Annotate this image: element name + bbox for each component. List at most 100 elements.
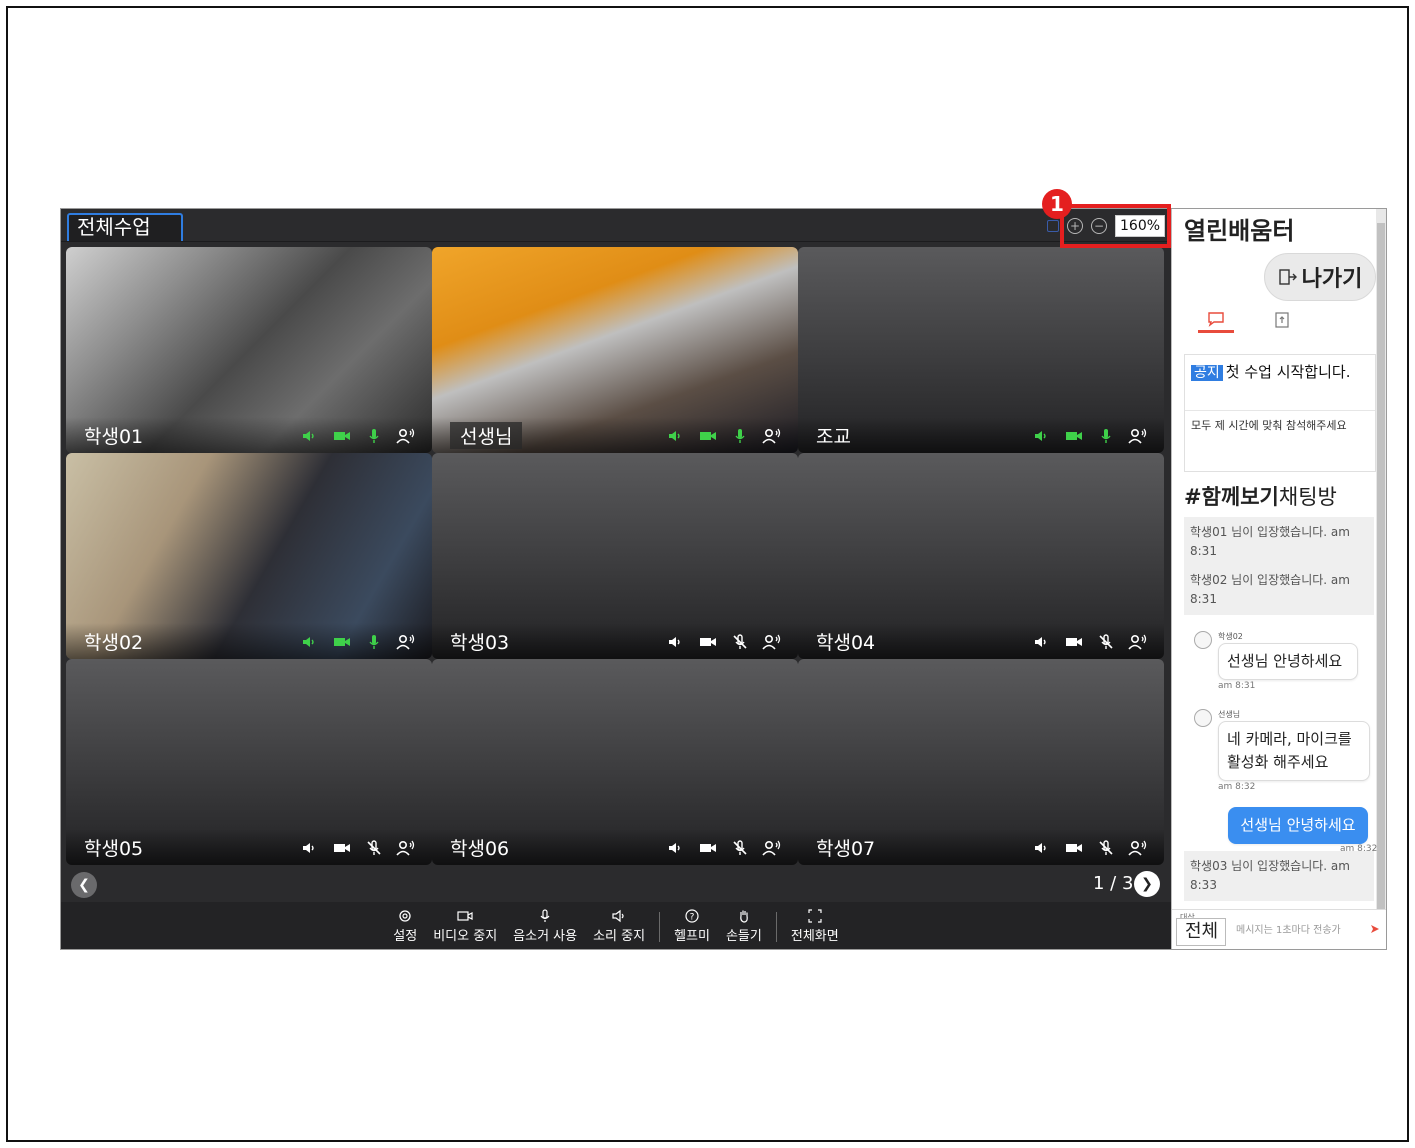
tile-controls xyxy=(666,427,782,445)
speaker-icon[interactable] xyxy=(300,633,320,651)
participant-name: 학생02 xyxy=(84,632,144,654)
camera-icon[interactable] xyxy=(332,427,352,445)
microphone-muted-icon[interactable] xyxy=(730,633,750,651)
tile-controls xyxy=(300,633,416,651)
video-tile[interactable]: 학생02 xyxy=(66,453,432,659)
notice-body: 모두 제 시간에 맞춰 참석해주세요 xyxy=(1191,419,1347,432)
top-bar: 전체수업 + − 160% xyxy=(61,209,1171,242)
tile-controls xyxy=(666,839,782,857)
participant-icon[interactable] xyxy=(1128,839,1148,857)
scrollbar-thumb[interactable] xyxy=(1377,223,1385,913)
camera-icon[interactable] xyxy=(332,633,352,651)
participant-icon[interactable] xyxy=(1128,427,1148,445)
chat-room-title: #함께보기채팅방 xyxy=(1184,481,1337,511)
zoom-level-display: 160% xyxy=(1115,215,1166,237)
gear-icon xyxy=(399,910,411,922)
notice-title: 첫 수업 시작합니다. xyxy=(1225,363,1351,381)
target-select[interactable]: 전체 xyxy=(1176,918,1226,946)
microphone-muted-icon[interactable] xyxy=(730,839,750,857)
video-tile[interactable]: 학생01 xyxy=(66,247,432,453)
chat-timestamp: am 8:31 xyxy=(1218,681,1256,691)
participant-icon[interactable] xyxy=(762,633,782,651)
help-me-label: 헬프미 xyxy=(674,929,710,944)
participant-icon[interactable] xyxy=(762,427,782,445)
microphone-icon[interactable] xyxy=(730,427,750,445)
question-icon: ? xyxy=(685,909,699,923)
video-stop-button[interactable]: 비디오 중지 xyxy=(425,909,505,944)
system-message: 학생03 님이 입장했습니다. am 8:33 xyxy=(1184,851,1374,901)
camera-icon[interactable] xyxy=(1064,427,1084,445)
participant-name: 학생05 xyxy=(84,838,144,860)
exit-door-icon xyxy=(1278,269,1297,285)
speaker-icon[interactable] xyxy=(300,427,320,445)
toolbar-divider xyxy=(775,911,777,942)
video-tile[interactable]: 조교 xyxy=(798,247,1164,453)
camera-icon[interactable] xyxy=(698,633,718,651)
minus-circle-icon[interactable]: − xyxy=(1091,218,1107,234)
speaker-icon[interactable] xyxy=(1032,427,1052,445)
prev-page-button[interactable]: ❮ xyxy=(71,872,97,898)
camera-icon[interactable] xyxy=(1064,839,1084,857)
tab-files[interactable] xyxy=(1264,307,1300,333)
speaker-icon[interactable] xyxy=(1032,633,1052,651)
tile-controls xyxy=(1032,427,1148,445)
settings-button[interactable]: 설정 xyxy=(385,909,425,944)
speaker-icon[interactable] xyxy=(666,427,686,445)
participant-name: 조교 xyxy=(816,426,851,448)
camera-icon[interactable] xyxy=(698,427,718,445)
chat-input-row: 대상 전체 메시지는 1초마다 전송가 xyxy=(1172,909,1386,949)
camera-icon[interactable] xyxy=(698,839,718,857)
next-page-button[interactable]: ❯ xyxy=(1134,871,1160,897)
lock-icon[interactable] xyxy=(1047,220,1059,232)
tab-chat[interactable] xyxy=(1198,307,1234,333)
notice-header: 공지 첫 수업 시작합니다. xyxy=(1185,355,1375,411)
send-icon[interactable] xyxy=(1370,924,1380,934)
speaker-icon[interactable] xyxy=(666,839,686,857)
tile-controls xyxy=(1032,839,1148,857)
speaker-icon[interactable] xyxy=(300,839,320,857)
sidebar-title: 열린배움터 xyxy=(1184,217,1295,245)
video-tile[interactable]: 선생님 xyxy=(432,247,798,453)
fullscreen-label: 전체화면 xyxy=(790,929,839,944)
microphone-muted-icon[interactable] xyxy=(1096,839,1116,857)
camera-icon[interactable] xyxy=(1064,633,1084,651)
participant-name: 학생07 xyxy=(816,838,876,860)
plus-circle-icon[interactable]: + xyxy=(1067,218,1083,234)
svg-text:?: ? xyxy=(690,913,695,923)
participant-icon[interactable] xyxy=(396,633,416,651)
raise-hand-button[interactable]: 손들기 xyxy=(718,909,770,944)
video-tile[interactable]: 학생06 xyxy=(432,659,798,865)
microphone-muted-icon[interactable] xyxy=(1096,633,1116,651)
video-tile[interactable]: 학생04 xyxy=(798,453,1164,659)
camera-icon[interactable] xyxy=(332,839,352,857)
chat-room-name: 채팅방 xyxy=(1278,485,1337,509)
sound-stop-button[interactable]: 소리 중지 xyxy=(585,909,653,944)
video-tile[interactable]: 학생05 xyxy=(66,659,432,865)
speaker-icon[interactable] xyxy=(1032,839,1052,857)
participant-icon[interactable] xyxy=(396,839,416,857)
tab-all-class[interactable]: 전체수업 xyxy=(67,213,183,241)
fullscreen-button[interactable]: 전체화면 xyxy=(783,909,847,944)
participant-icon[interactable] xyxy=(762,839,782,857)
system-message: 학생02 님이 입장했습니다. am 8:31 xyxy=(1184,565,1374,615)
mute-button[interactable]: 음소거 사용 xyxy=(505,909,585,944)
microphone-icon[interactable] xyxy=(1096,427,1116,445)
message-input[interactable]: 메시지는 1초마다 전송가 xyxy=(1230,920,1370,942)
video-tile[interactable]: 학생07 xyxy=(798,659,1164,865)
participant-icon[interactable] xyxy=(1128,633,1148,651)
tile-controls xyxy=(666,633,782,651)
exit-button[interactable]: 나가기 xyxy=(1264,253,1376,301)
help-me-button[interactable]: ? 헬프미 xyxy=(666,909,718,944)
avatar xyxy=(1194,709,1212,727)
sidebar-scrollbar[interactable] xyxy=(1376,209,1386,949)
file-upload-icon xyxy=(1275,312,1289,328)
participant-icon[interactable] xyxy=(396,427,416,445)
video-tile[interactable]: 학생03 xyxy=(432,453,798,659)
microphone-muted-icon[interactable] xyxy=(364,839,384,857)
speaker-icon[interactable] xyxy=(666,633,686,651)
chat-room-hash: #함께보기 xyxy=(1184,485,1279,509)
microphone-icon[interactable] xyxy=(364,427,384,445)
sidebar: 열린배움터 나가기 공지 첫 수업 시작합니다. 모두 제 시간에 맞춰 참석해주… xyxy=(1171,209,1386,949)
participant-name: 학생01 xyxy=(84,426,144,448)
microphone-icon[interactable] xyxy=(364,633,384,651)
